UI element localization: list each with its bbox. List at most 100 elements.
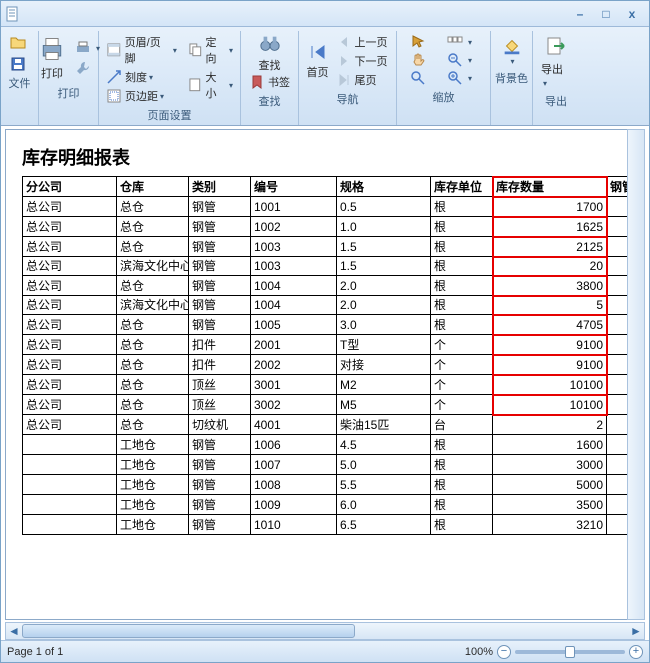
table-cell: 总仓 [117, 395, 189, 415]
scroll-thumb[interactable] [22, 624, 355, 638]
table-cell: 顶丝 [189, 375, 251, 395]
open-button[interactable] [7, 33, 32, 51]
folder-open-icon [10, 34, 26, 50]
zoom-in-icon [447, 70, 463, 86]
zoom-control: 100% − + [465, 645, 643, 659]
group-find-label: 查找 [245, 91, 294, 111]
hand-button[interactable] [400, 51, 440, 69]
table-cell: 2.0 [337, 296, 431, 315]
table-cell: 1.0 [337, 217, 431, 237]
table-cell: 1003 [251, 257, 337, 276]
prev-page-button[interactable]: 上一页 [333, 33, 391, 51]
zoom-out-icon [447, 52, 463, 68]
table-cell: 滨海文化中心一期工程 [117, 296, 189, 315]
minimize-button[interactable]: – [567, 5, 593, 23]
bookmark-icon [249, 74, 265, 90]
group-nav-label: 导航 [303, 89, 392, 109]
table-cell: 3001 [251, 375, 337, 395]
col-header: 编号 [251, 177, 337, 197]
table-cell: 根 [431, 257, 493, 276]
print-button[interactable]: 打印 [34, 33, 70, 83]
table-cell: 1006 [251, 435, 337, 455]
next-page-button[interactable]: 下一页 [333, 52, 391, 70]
many-pages-button[interactable]: ▾ [440, 33, 480, 51]
table-cell: 根 [431, 197, 493, 217]
table-cell: 切纹机 [189, 415, 251, 435]
binoculars-icon [259, 33, 281, 55]
table-cell: 1010 [251, 515, 337, 535]
scroll-left-button[interactable]: ◄ [6, 624, 22, 638]
magnifier-button[interactable] [400, 69, 440, 87]
scale-icon [106, 69, 122, 85]
col-header: 库存单位 [431, 177, 493, 197]
close-button[interactable]: x [619, 5, 645, 23]
table-cell: 2002 [251, 355, 337, 375]
col-header: 类别 [189, 177, 251, 197]
table-cell: 工地仓 [117, 515, 189, 535]
table-cell: 根 [431, 495, 493, 515]
table-row: 总公司滨海文化中心一期工程钢管10042.0根5 [23, 296, 635, 315]
table-cell: 2 [493, 415, 607, 435]
margins-button[interactable]: 页边距▾ [103, 87, 180, 105]
table-cell: 根 [431, 435, 493, 455]
table-cell [23, 475, 117, 495]
header-footer-button[interactable]: 页眉/页脚▾ [103, 33, 180, 67]
size-icon [187, 77, 203, 93]
table-cell: 钢管 [189, 217, 251, 237]
find-button[interactable]: 查找 [257, 33, 283, 73]
table-cell: 顶丝 [189, 395, 251, 415]
table-cell [23, 515, 117, 535]
zoom-out-button[interactable]: ▾ [440, 51, 480, 69]
zoom-in-button[interactable]: ▾ [440, 69, 480, 87]
table-cell: 1625 [493, 217, 607, 237]
last-page-button[interactable]: 尾页 [333, 71, 391, 89]
table-row: 总公司滨海文化中心一期工程钢管10031.5根20 [23, 257, 635, 276]
maximize-button[interactable]: □ [593, 5, 619, 23]
first-page-button[interactable]: 首页 [305, 42, 331, 80]
table-cell: 5 [493, 296, 607, 315]
scroll-track[interactable] [22, 624, 628, 638]
zoom-slider-knob[interactable] [565, 646, 575, 658]
save-button[interactable] [7, 55, 32, 73]
table-row: 工地仓钢管10075.0根3000 [23, 455, 635, 475]
table-cell: 对接 [337, 355, 431, 375]
zoom-slider[interactable] [515, 650, 625, 654]
scale-button[interactable]: 刻度▾ [103, 68, 180, 86]
table-cell: 3210 [493, 515, 607, 535]
zoom-plus-button[interactable]: + [629, 645, 643, 659]
last-page-icon [336, 72, 352, 88]
table-row: 工地仓钢管10106.5根3210 [23, 515, 635, 535]
table-cell: 钢管 [189, 296, 251, 315]
table-cell: 工地仓 [117, 475, 189, 495]
table-cell: 工地仓 [117, 495, 189, 515]
table-cell: 3500 [493, 495, 607, 515]
table-cell: M2 [337, 375, 431, 395]
bookmark-button[interactable]: 书签 [246, 73, 293, 91]
table-cell: 钢管 [189, 455, 251, 475]
table-cell: 6.0 [337, 495, 431, 515]
export-button[interactable]: 导出 ▾ [537, 33, 575, 91]
scroll-right-button[interactable]: ► [628, 624, 644, 638]
zoom-minus-button[interactable]: − [497, 645, 511, 659]
table-cell: 总公司 [23, 355, 117, 375]
vertical-scrollbar[interactable] [627, 129, 645, 620]
pointer-button[interactable] [400, 33, 440, 51]
table-cell: 5.5 [337, 475, 431, 495]
table-cell: 根 [431, 475, 493, 495]
horizontal-scrollbar[interactable]: ◄ ► [5, 622, 645, 640]
table-cell: 个 [431, 395, 493, 415]
table-row: 总公司总仓扣件2001T型个9100 [23, 335, 635, 355]
table-cell: 2125 [493, 237, 607, 257]
orientation-button[interactable]: 定向▾ [184, 33, 236, 67]
export-icon [544, 35, 568, 59]
table-cell: M5 [337, 395, 431, 415]
table-cell: 1003 [251, 237, 337, 257]
table-cell: 1004 [251, 276, 337, 296]
bgcolor-button[interactable]: ▾ [497, 33, 527, 68]
group-page-setup: 页眉/页脚▾ 刻度▾ 页边距▾ 定向▾ 大小▾ 页面设置 [99, 31, 241, 125]
group-bg-label: 背景色 [495, 68, 528, 88]
table-row: 工地仓钢管10064.5根1600 [23, 435, 635, 455]
size-button[interactable]: 大小▾ [184, 68, 236, 102]
printer-icon [38, 35, 66, 63]
table-row: 总公司总仓钢管10042.0根3800 [23, 276, 635, 296]
